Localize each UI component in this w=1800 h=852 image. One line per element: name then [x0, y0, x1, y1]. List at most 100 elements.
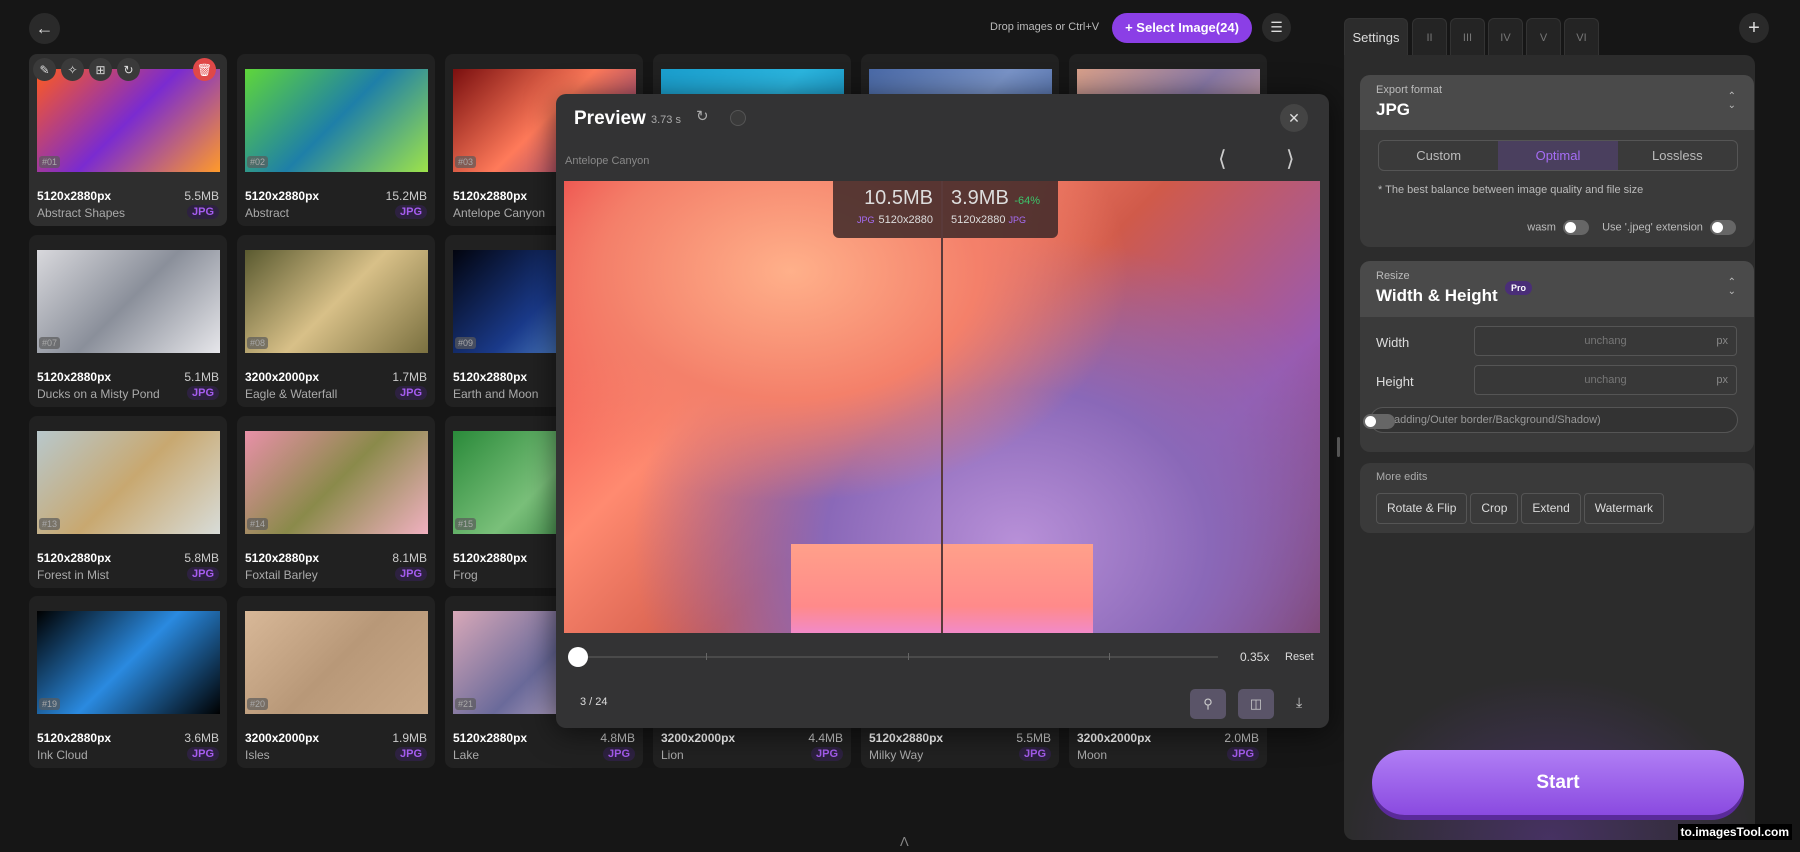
format-badge: JPG — [186, 567, 219, 581]
jpeg-ext-toggle[interactable] — [1710, 220, 1736, 235]
card-name: Isles — [245, 748, 270, 762]
card-dimensions: 5120x2880px — [869, 731, 944, 745]
tab-vi[interactable]: VI — [1564, 18, 1599, 56]
resize-select[interactable]: Resize Width & Height Pro ⌃ ⌄ — [1360, 261, 1754, 317]
card-name: Foxtail Barley — [245, 568, 318, 582]
height-input[interactable]: unchang px — [1474, 365, 1737, 395]
close-button[interactable]: ✕ — [1280, 104, 1308, 132]
thumbnail[interactable] — [245, 69, 428, 172]
card-file-size: 5.8MB — [184, 551, 219, 565]
wasm-label: wasm — [1527, 221, 1556, 234]
tab-iv[interactable]: IV — [1488, 18, 1523, 56]
card-file-size: 1.9MB — [392, 731, 427, 745]
magic-wand-icon[interactable]: ✧ — [61, 58, 84, 81]
image-card[interactable]: #08 3200x2000px 1.7MB Eagle & Waterfall JPG — [237, 235, 435, 407]
zoom-out-button[interactable]: ⚲ — [1190, 689, 1226, 719]
format-badge: JPG — [1018, 747, 1051, 761]
prev-arrow[interactable]: ⟨ — [1218, 146, 1227, 172]
padding-row[interactable]: (Padding/Outer border/Background/Shadow) — [1363, 407, 1738, 433]
quality-mode-segmented[interactable]: Custom Optimal Lossless — [1378, 140, 1738, 171]
card-name: Earth and Moon — [453, 387, 539, 401]
edit-icon[interactable]: ✎ — [33, 58, 56, 81]
compressed-format: JPG — [1008, 215, 1027, 225]
more-edits-label: More edits — [1376, 471, 1428, 483]
rotate-flip-button[interactable]: Rotate & Flip — [1376, 493, 1468, 524]
image-card[interactable]: #02 5120x2880px 15.2MB Abstract JPG — [237, 54, 435, 226]
card-name: Abstract Shapes — [37, 206, 126, 220]
width-unit: px — [1716, 335, 1728, 347]
compare-button[interactable]: ◫ — [1238, 689, 1274, 719]
reset-button[interactable]: Reset — [1285, 651, 1314, 663]
card-index: #09 — [455, 337, 477, 349]
height-unit: px — [1716, 374, 1728, 386]
thumbnail[interactable] — [245, 611, 428, 714]
original-dims: 5120x2880 — [878, 214, 933, 226]
card-dimensions: 5120x2880px — [245, 189, 320, 203]
watermark-button[interactable]: Watermark — [1583, 493, 1664, 524]
extend-button[interactable]: Extend — [1521, 493, 1581, 524]
card-file-size: 2.0MB — [1224, 731, 1259, 745]
card-dimensions: 5120x2880px — [453, 189, 528, 203]
format-badge: JPG — [602, 747, 635, 761]
slider-handle[interactable] — [568, 647, 588, 667]
mode-optimal[interactable]: Optimal — [1498, 141, 1618, 170]
width-input[interactable]: unchang px — [1474, 326, 1737, 356]
width-placeholder: unchang — [1584, 335, 1627, 347]
tab-v[interactable]: V — [1526, 18, 1561, 56]
compressed-dims: 5120x2880 — [951, 214, 1006, 226]
start-button[interactable]: Start — [1372, 750, 1744, 815]
card-dimensions: 5120x2880px — [453, 551, 528, 565]
next-arrow[interactable]: ⟩ — [1286, 146, 1295, 172]
thumbnail[interactable] — [37, 431, 220, 534]
tab-ii[interactable]: II — [1412, 18, 1447, 56]
format-badge: JPG — [394, 747, 427, 761]
image-card[interactable]: #20 3200x2000px 1.9MB Isles JPG — [237, 596, 435, 768]
format-badge: JPG — [1226, 747, 1259, 761]
card-index: #08 — [247, 337, 269, 349]
thumbnail[interactable] — [37, 250, 220, 353]
mode-lossless[interactable]: Lossless — [1618, 141, 1737, 170]
wasm-toggle[interactable] — [1563, 220, 1590, 235]
thumbnail[interactable] — [245, 431, 428, 534]
export-format-card: Export format JPG ⌃ ⌄ Custom Optimal Loss… — [1360, 75, 1754, 247]
tab-settings[interactable]: Settings — [1344, 18, 1408, 56]
delete-icon[interactable]: 🗑 — [193, 58, 216, 81]
refresh-icon[interactable]: ↻ — [696, 107, 709, 125]
drop-hint: Drop images or Ctrl+V — [990, 21, 1100, 33]
card-index: #07 — [39, 337, 61, 349]
padding-toggle[interactable] — [1363, 414, 1395, 430]
add-tab-button[interactable]: + — [1739, 13, 1769, 43]
split-divider[interactable] — [941, 181, 943, 633]
crop-button[interactable]: Crop — [1470, 493, 1519, 524]
image-card[interactable]: #01 5120x2880px 5.5MB Abstract Shapes JPG ✎ ✧ ⊞… — [29, 54, 227, 226]
panel-resize-handle[interactable] — [1337, 437, 1340, 457]
card-name: Ink Cloud — [37, 748, 88, 762]
back-button[interactable]: ← — [29, 13, 60, 44]
export-format-label: Export format — [1376, 84, 1443, 96]
thumbnail[interactable] — [37, 69, 220, 172]
export-format-select[interactable]: Export format JPG ⌃ ⌄ — [1360, 75, 1754, 130]
card-dimensions: 3200x2000px — [245, 370, 320, 384]
select-image-button[interactable]: + Select Image(24) — [1112, 13, 1252, 43]
download-icon[interactable]: ⤓ — [1296, 694, 1302, 711]
comparison-view[interactable]: 10.5MB JPG 5120x2880 3.9MB -64% 5120x2880… — [564, 181, 1320, 633]
image-card[interactable]: #13 5120x2880px 5.8MB Forest in Mist JPG — [29, 416, 227, 588]
image-card[interactable]: #19 5120x2880px 3.6MB Ink Cloud JPG — [29, 596, 227, 768]
thumbnail[interactable] — [37, 611, 220, 714]
thumbnail[interactable] — [245, 250, 428, 353]
image-card[interactable]: #14 5120x2880px 8.1MB Foxtail Barley JPG — [237, 416, 435, 588]
crop-icon[interactable]: ⊞ — [89, 58, 112, 81]
rotate-icon[interactable]: ↻ — [117, 58, 140, 81]
zoom-slider[interactable] — [568, 647, 1218, 667]
preview-time: 3.73 s — [651, 114, 681, 126]
card-name: Moon — [1077, 748, 1108, 762]
list-view-icon[interactable]: ☰ — [1262, 13, 1291, 42]
image-card[interactable]: #07 5120x2880px 5.1MB Ducks on a Misty Pond… — [29, 235, 227, 407]
height-placeholder: unchang — [1584, 374, 1627, 386]
mode-custom[interactable]: Custom — [1379, 141, 1498, 170]
card-dimensions: 5120x2880px — [453, 370, 528, 384]
card-index: #02 — [247, 156, 269, 168]
tab-iii[interactable]: III — [1450, 18, 1485, 56]
compressed-size: 3.9MB — [951, 187, 1009, 209]
status-indicator — [730, 110, 746, 126]
